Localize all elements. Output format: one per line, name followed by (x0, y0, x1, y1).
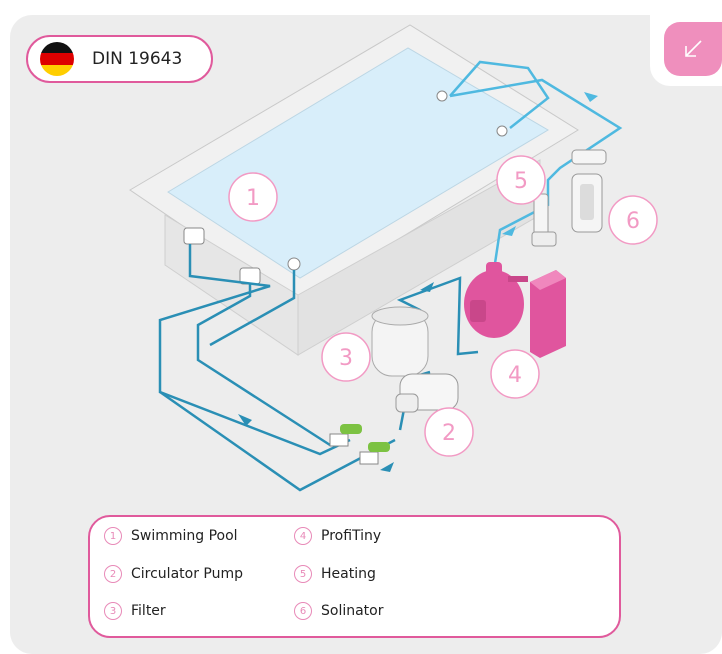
marker-3: 3 (321, 332, 371, 382)
legend-number: 5 (294, 565, 312, 583)
solinator-unit (571, 149, 607, 233)
legend-item: 5 Heating (294, 565, 376, 583)
legend-label: Circulator Pump (131, 566, 244, 582)
heating-unit (531, 193, 557, 247)
legend-number: 3 (104, 602, 122, 620)
marker-4: 4 (490, 349, 540, 399)
legend-number: 6 (294, 602, 312, 620)
legend-label: ProfiTiny (321, 528, 382, 544)
filter-tank (371, 306, 429, 377)
legend-item: 1 Swimming Pool (104, 527, 238, 545)
legend-label: Solinator (321, 603, 384, 619)
legend-item: 6 Solinator (294, 602, 384, 620)
legend-number: 4 (294, 527, 312, 545)
legend-label: Heating (321, 566, 376, 582)
legend-item: 4 ProfiTiny (294, 527, 381, 545)
svg-text:5: 5 (514, 169, 528, 194)
legend-label: Filter (131, 603, 166, 619)
inlet-nozzle-2 (496, 125, 508, 137)
svg-text:4: 4 (508, 363, 522, 388)
marker-2: 2 (424, 407, 474, 457)
profitiny-unit (464, 262, 528, 338)
legend-item: 3 Filter (104, 602, 166, 620)
svg-text:1: 1 (246, 186, 260, 211)
skimmer-left (183, 227, 205, 245)
svg-text:3: 3 (339, 346, 353, 371)
floor-drain (287, 257, 301, 271)
valve-1 (329, 424, 362, 447)
legend-item: 2 Circulator Pump (104, 565, 243, 583)
legend-number: 1 (104, 527, 122, 545)
marker-5: 5 (496, 155, 546, 205)
control-cabinet (530, 270, 566, 358)
legend-number: 2 (104, 565, 122, 583)
legend-box: 1 Swimming Pool 2 Circulator Pump 3 Filt… (88, 515, 621, 638)
svg-text:2: 2 (442, 421, 456, 446)
svg-text:6: 6 (626, 209, 640, 234)
marker-1: 1 (228, 172, 278, 222)
circulator-pump (395, 373, 459, 413)
legend-label: Swimming Pool (131, 528, 238, 544)
valve-2 (359, 442, 390, 465)
marker-6: 6 (608, 195, 658, 245)
inlet-nozzle-1 (436, 90, 448, 102)
